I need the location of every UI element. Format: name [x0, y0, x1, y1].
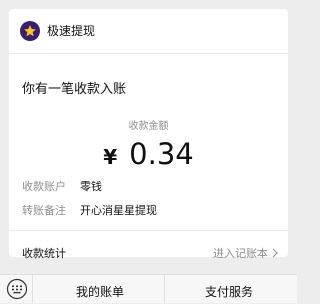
app-logo-icon: [20, 21, 40, 41]
notification-card[interactable]: 极速提现 你有一笔收款入账 收款金额 ¥ 0.34 收款账户 零钱 转账备注 开心消…: [9, 9, 288, 260]
detail-key: 转账备注: [22, 204, 66, 217]
keyboard-icon[interactable]: [6, 278, 28, 304]
divider: [9, 53, 288, 54]
tab-divider: [32, 275, 33, 303]
sender-name: 极速提现: [47, 24, 96, 38]
tab-my-bills[interactable]: 我的账单: [76, 283, 124, 300]
stats-label: 收款统计: [22, 247, 66, 260]
detail-row-remark: 转账备注 开心消星星提现: [22, 203, 157, 219]
detail-row-account: 收款账户 零钱: [22, 179, 102, 195]
star-icon: [24, 25, 36, 37]
detail-key: 收款账户: [22, 180, 66, 193]
amount-display: ¥ 0.34: [9, 137, 288, 171]
ledger-link-label: 进入记账本: [213, 247, 268, 260]
bottom-tabbar: 我的账单 支付服务: [0, 274, 297, 303]
tab-payment-services[interactable]: 支付服务: [205, 283, 253, 300]
detail-value: 零钱: [80, 180, 102, 193]
currency-symbol: ¥: [103, 145, 118, 169]
chevron-right-icon: [272, 248, 278, 258]
detail-value: 开心消星星提现: [80, 204, 157, 217]
message-title: 你有一笔收款入账: [22, 82, 127, 97]
divider: [9, 230, 288, 231]
ledger-link[interactable]: 进入记账本: [213, 245, 278, 261]
amount-label: 收款金额: [128, 121, 169, 132]
card-header[interactable]: 极速提现: [9, 9, 288, 53]
amount-value: 0.34: [129, 137, 194, 171]
tab-divider: [164, 275, 165, 303]
